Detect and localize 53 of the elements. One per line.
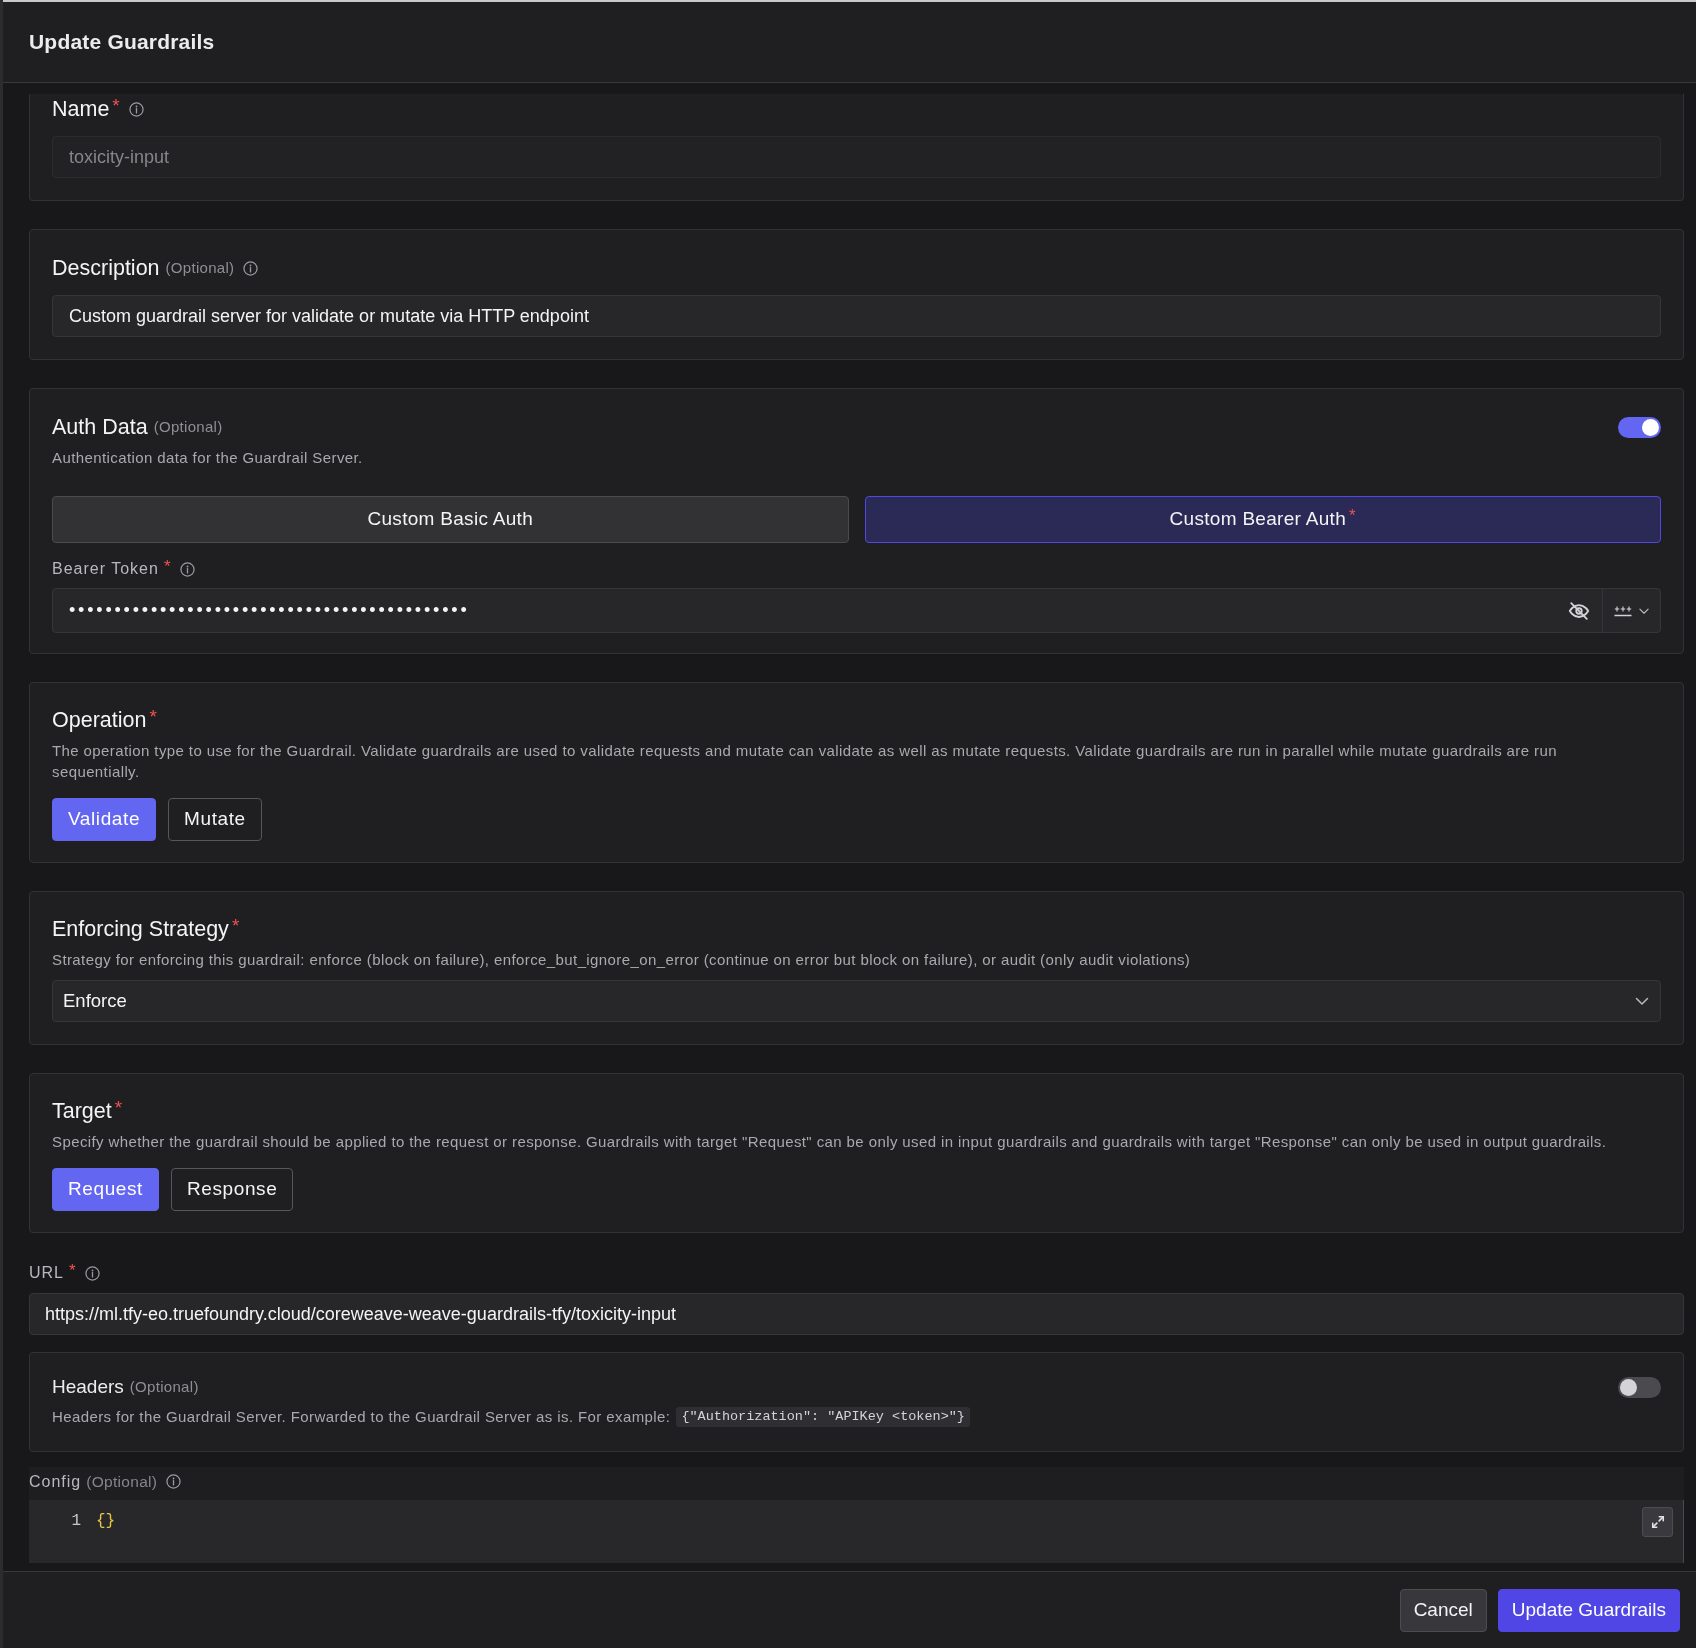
dialog-title: Update Guardrails (29, 29, 215, 56)
field-description: Headers for the Guardrail Server. Forwarded to the Guardrail Server as is. For example: (52, 1407, 671, 1427)
text-field[interactable]: https://ml.tfy-eo.truefoundry.cloud/coreweave-weave-guardrails-tfy/toxicity-input (29, 1293, 1684, 1335)
info-icon[interactable] (179, 561, 195, 577)
eye-slash-icon[interactable] (1568, 599, 1590, 622)
field-label: Bearer Token (52, 559, 159, 579)
optional-hint: (Optional) (86, 1472, 158, 1492)
auth-option-button[interactable]: Custom Bearer Auth* (864, 496, 1661, 543)
expand-icon (1650, 1515, 1665, 1530)
required-mark: * (231, 913, 240, 938)
password-field[interactable]: •••••••••••••••••••••••••••••••••••••••••••• (52, 588, 1661, 633)
optional-hint: (Optional) (153, 416, 223, 437)
required-mark: * (114, 1095, 123, 1120)
required-mark: * (69, 1260, 76, 1283)
select-field[interactable]: Enforce (52, 980, 1661, 1022)
field-label: Operation (52, 707, 147, 734)
option-button[interactable]: Validate (52, 798, 157, 841)
required-mark: * (1349, 504, 1356, 527)
option-button[interactable]: Response (170, 1168, 294, 1211)
field-description: Specify whether the guardrail should be applied to the request or response. Guardrails with target "Request" can be only used in input guardrails and guardrails with target "Response" can only be used in output guardrails. (52, 1132, 1608, 1152)
update-button[interactable]: Update Guardrails (1497, 1588, 1680, 1632)
field-label: Name (52, 96, 110, 123)
option-button[interactable]: Mutate (168, 798, 262, 841)
toggle-switch[interactable] (1618, 416, 1661, 438)
field-label: Auth Data (52, 414, 148, 441)
required-mark: * (149, 704, 157, 729)
auth-option-button[interactable]: Custom Basic Auth (52, 496, 849, 543)
option-button[interactable]: Request (52, 1168, 159, 1211)
cancel-button[interactable]: Cancel (1399, 1588, 1487, 1632)
line-number: 1 (70, 1511, 81, 1533)
field-label: Enforcing Strategy (52, 916, 229, 943)
optional-hint: (Optional) (165, 257, 235, 278)
field-description: Authentication data for the Guardrail Server. (52, 448, 364, 468)
field-label: Config (29, 1471, 82, 1492)
optional-hint: (Optional) (129, 1376, 199, 1397)
field-label: URL (29, 1263, 64, 1283)
field-label: Target (52, 1098, 112, 1125)
masked-text-icon[interactable] (1613, 604, 1632, 617)
text-field[interactable]: Custom guardrail server for validate or mutate via HTTP endpoint (52, 295, 1661, 337)
code-editor[interactable]: 1 {} (29, 1500, 1684, 1563)
info-icon[interactable] (243, 260, 259, 276)
expand-button[interactable] (1642, 1507, 1673, 1538)
info-icon[interactable] (84, 1265, 100, 1281)
info-icon[interactable] (166, 1474, 182, 1490)
toggle-switch[interactable] (1618, 1376, 1661, 1398)
field-label: Description (52, 255, 160, 282)
field-description: The operation type to use for the Guardrail. Validate guardrails are used to validate requests and mutate can validate as well as mutate requests. Validate guardrails are run in parallel while mutate guardrails are run sequentially. (52, 741, 1558, 782)
code-text: {} (96, 1511, 116, 1533)
field-description: Strategy for enforcing this guardrail: enforce (block on failure), enforce_but_ignore_on_error (continue on error but block on failure), or audit (only audit violations) (52, 950, 1192, 970)
code-snippet: {"Authorization": "APIKey <token>"} (676, 1407, 970, 1427)
field-label: Headers (52, 1375, 124, 1399)
required-mark: * (163, 556, 171, 579)
required-mark: * (112, 94, 120, 118)
